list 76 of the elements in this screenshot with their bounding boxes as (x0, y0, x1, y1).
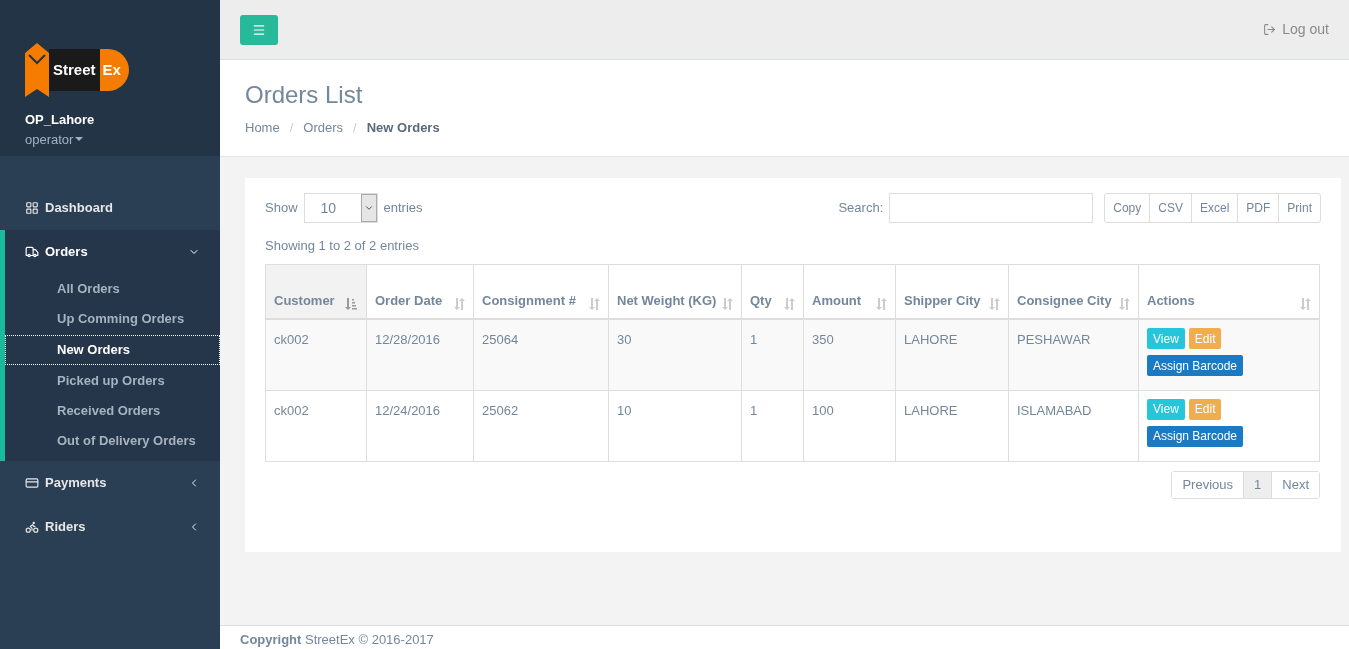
page-title: Orders List (245, 80, 364, 110)
pagination-button[interactable]: Next (1271, 471, 1319, 498)
page-size-select[interactable]: 10 (303, 193, 378, 223)
table-cell: 25064 (473, 319, 609, 390)
breadcrumb-link[interactable]: Home (245, 118, 280, 138)
sort-icon (721, 298, 733, 310)
chevron-down-icon (363, 203, 374, 213)
breadcrumb-separator: / (289, 119, 294, 137)
table-cell: PESHAWAR (1008, 319, 1139, 390)
card-icon (25, 476, 39, 490)
nav-item[interactable]: Dashboard (0, 186, 220, 230)
column-header[interactable]: Customer (265, 264, 367, 319)
table-cell: LAHORE (895, 390, 1009, 461)
breadcrumb-link[interactable]: Orders (303, 118, 344, 138)
export-button[interactable]: Excel (1190, 194, 1238, 222)
nav-subitem[interactable]: Up Comming Orders (5, 304, 220, 334)
nav-subitem[interactable]: Received Orders (5, 396, 220, 426)
table-cell: 100 (803, 390, 896, 461)
sort-icon (453, 298, 465, 310)
sort-icon (988, 298, 1000, 310)
entries-label: entries (383, 199, 423, 218)
sort-icon (875, 298, 887, 310)
user-name: OP_Lahore (25, 111, 96, 129)
nav-subitem[interactable]: Picked up Orders (5, 366, 220, 396)
export-button[interactable]: Copy (1105, 194, 1150, 222)
copyright-text: Copyright StreetEx © 2016-2017 (240, 632, 435, 648)
action-button[interactable]: Edit (1188, 328, 1222, 349)
logo-text: Ex (99, 49, 129, 91)
sort-icon (1118, 298, 1130, 310)
table-cell: 30 (608, 319, 742, 390)
table-cell: 12/24/2016 (366, 390, 474, 461)
truck-icon (25, 245, 39, 259)
action-button[interactable]: View (1147, 328, 1185, 349)
table-cell: 1 (741, 390, 804, 461)
logo-box-icon (25, 43, 49, 97)
sort-icon (783, 298, 795, 310)
show-label: Show (265, 199, 298, 218)
caret-icon (75, 137, 84, 142)
bike-icon (25, 520, 39, 534)
table-cell: 1 (741, 319, 804, 390)
sort-icon (588, 298, 600, 310)
search-field[interactable] (889, 193, 1094, 223)
table-info: Showing 1 to 2 of 2 entries (265, 237, 420, 255)
table-cell: ck002 (265, 319, 367, 390)
search-label: Search: (838, 199, 884, 218)
menu-icon (252, 22, 266, 37)
sort-icon (1299, 298, 1311, 310)
user-role-dropdown[interactable]: operator (25, 129, 84, 149)
export-button[interactable]: PDF (1237, 194, 1279, 222)
logout-link[interactable]: Log out (1263, 19, 1329, 40)
table-cell: 12/28/2016 (366, 319, 474, 390)
grid-icon (25, 201, 39, 215)
nav-subitem[interactable]: All Orders (5, 274, 220, 304)
table-cell: ck002 (265, 390, 367, 461)
nav-item[interactable]: Orders (5, 230, 220, 274)
nav-item[interactable]: Payments (0, 461, 220, 505)
action-button[interactable]: Assign Barcode (1147, 425, 1244, 447)
action-button[interactable]: View (1147, 398, 1185, 420)
table-cell: ISLAMABAD (1008, 390, 1139, 461)
table-cell: 25062 (473, 390, 609, 461)
pagination-button[interactable]: 1 (1243, 471, 1272, 498)
export-button[interactable]: CSV (1149, 194, 1191, 222)
logout-icon (1263, 23, 1277, 36)
breadcrumb-separator: / (353, 119, 357, 137)
breadcrumb-current: New Orders (366, 119, 440, 137)
sort-ascending-icon (344, 298, 358, 310)
nav-subitem[interactable]: Out of Delivery Orders (5, 426, 220, 456)
export-button[interactable]: Print (1278, 194, 1320, 222)
action-button[interactable]: Edit (1188, 398, 1222, 420)
menu-toggle-button[interactable] (240, 14, 278, 45)
action-button[interactable]: Assign Barcode (1147, 355, 1244, 376)
nav-item[interactable]: Riders (0, 505, 220, 549)
table-cell: 10 (608, 390, 742, 461)
logo-text: Street (49, 49, 100, 91)
table-cell: 350 (803, 319, 896, 390)
table-cell: LAHORE (895, 319, 1009, 390)
